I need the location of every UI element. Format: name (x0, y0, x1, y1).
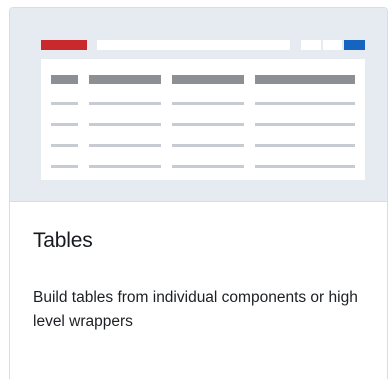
illustration-row-cell (255, 144, 355, 147)
illustration-row-cell (89, 144, 161, 147)
illustration-header-cell (51, 75, 78, 84)
illustration-row-cell (89, 102, 161, 105)
illustration-row-cell (51, 123, 78, 126)
illustration-row-cell (172, 102, 244, 105)
illustration-button-icon (323, 40, 342, 50)
illustration-button-icon (301, 40, 321, 50)
illustration-red-tag-icon (41, 40, 87, 50)
illustration-row-cell (172, 144, 244, 147)
tables-preview-image (10, 8, 387, 202)
illustration-header-cell (172, 75, 244, 84)
illustration-row-cell (51, 165, 78, 168)
illustration-primary-button-icon (344, 40, 365, 50)
illustration-row-cell (255, 102, 355, 105)
illustration-header-cell (89, 75, 161, 84)
illustration-row-cell (255, 123, 355, 126)
illustration-row-cell (89, 123, 161, 126)
illustration-row-cell (172, 123, 244, 126)
illustration-row-cell (255, 165, 355, 168)
illustration-row-cell (89, 165, 161, 168)
card-description: Build tables from individual components … (33, 289, 358, 330)
card-title[interactable]: Tables (33, 229, 93, 253)
illustration-search-bar-icon (97, 40, 290, 50)
illustration-row-cell (51, 102, 78, 105)
illustration-row-cell (172, 165, 244, 168)
illustration-row-cell (51, 144, 78, 147)
table-illustration-icon (41, 59, 365, 180)
tables-card[interactable]: Tables Build tables from individual comp… (9, 7, 388, 379)
illustration-header-cell (255, 75, 355, 84)
